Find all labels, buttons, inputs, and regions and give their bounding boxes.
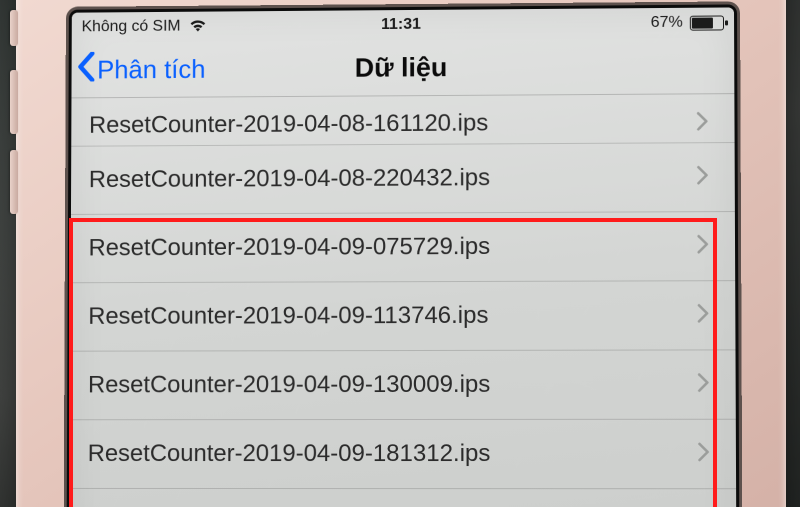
phone-body: Không có SIM 11:31 67% <box>16 0 786 507</box>
status-right: 67% <box>651 14 724 30</box>
file-name-label: ResetCounter-2019-04-09-113746.ips <box>88 301 697 330</box>
list-item[interactable]: ResetCounter-2019-04-09-075729.ips <box>71 212 736 283</box>
back-button[interactable]: Phân tích <box>77 51 205 88</box>
file-name-label: ResetCounter-2019-04-09-130009.ips <box>88 371 697 400</box>
status-bar: Không có SIM 11:31 67% <box>72 7 734 42</box>
battery-pct-label: 67% <box>651 15 683 31</box>
wifi-icon <box>187 17 207 36</box>
list-item[interactable]: ResetCounter-2019-04-09-181312.ips <box>70 420 736 489</box>
chevron-right-icon <box>697 303 709 328</box>
chevron-right-icon <box>697 372 709 397</box>
mute-switch <box>10 10 18 46</box>
list-item[interactable]: ResetCounter-2019-04-08-220432.ips <box>71 143 735 215</box>
chevron-left-icon <box>77 51 95 88</box>
chevron-right-icon <box>696 111 708 136</box>
file-name-label: ResetCounter-2019-04-08-161120.ips <box>89 108 696 139</box>
nav-title: Dữ liệu <box>355 52 448 82</box>
status-left: Không có SIM <box>82 17 208 37</box>
chevron-right-icon <box>697 441 709 466</box>
back-label: Phân tích <box>97 54 205 85</box>
file-list[interactable]: ResetCounter-2019-04-08-161120.ips Reset… <box>70 94 736 489</box>
chevron-right-icon <box>696 165 708 190</box>
carrier-label: Không có SIM <box>82 19 181 36</box>
volume-down-button <box>10 150 18 214</box>
file-name-label: ResetCounter-2019-04-09-075729.ips <box>89 232 697 262</box>
nav-bar: Phân tích Dữ liệu <box>71 37 734 98</box>
list-item[interactable]: ResetCounter-2019-04-09-130009.ips <box>70 350 736 420</box>
file-name-label: ResetCounter-2019-04-09-181312.ips <box>88 440 698 468</box>
volume-up-button <box>10 70 18 134</box>
clock-label: 11:31 <box>381 16 421 33</box>
phone-screen: Không có SIM 11:31 67% <box>69 7 738 507</box>
list-item[interactable]: ResetCounter-2019-04-08-161120.ips <box>71 94 734 147</box>
list-item[interactable]: ResetCounter-2019-04-09-113746.ips <box>70 281 735 352</box>
file-name-label: ResetCounter-2019-04-08-220432.ips <box>89 163 697 194</box>
battery-icon <box>690 15 724 30</box>
chevron-right-icon <box>697 234 709 259</box>
photo-background: Không có SIM 11:31 67% <box>0 0 800 507</box>
